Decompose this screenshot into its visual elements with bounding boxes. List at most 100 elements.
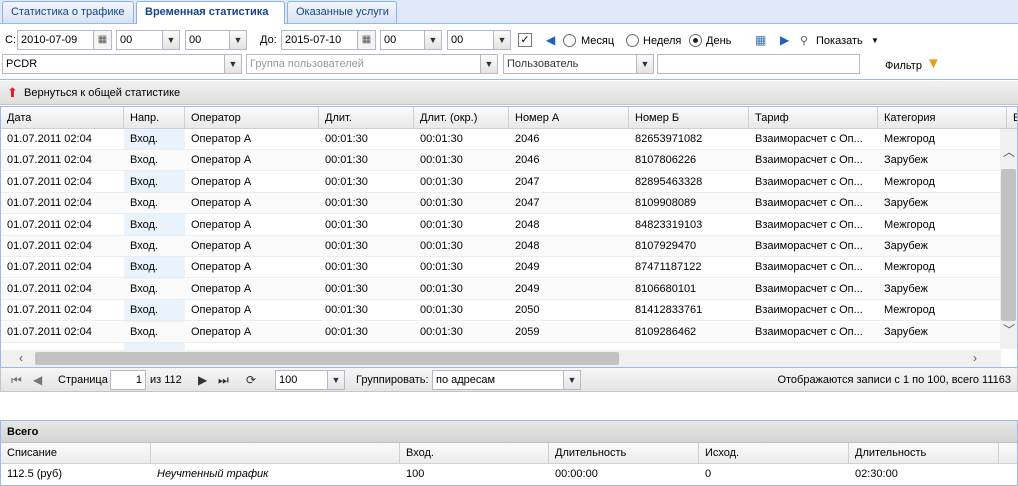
row-category: Зарубеж [884, 282, 928, 295]
chevron-left-icon[interactable]: ‹ [19, 351, 23, 365]
row-number-b: 8109286462 [635, 325, 697, 338]
table-row[interactable]: 01.07.2011 02:04 Вход. Оператор А 00:01:30 0… [1, 193, 1001, 215]
back-to-stats-link[interactable]: Вернуться к общей статистике [24, 84, 180, 102]
horizontal-scroll-thumb[interactable] [35, 352, 619, 365]
row-tariff: Взаиморасчет с Оп... [755, 282, 863, 295]
refresh-icon[interactable]: ⟳ [246, 371, 256, 389]
period-month-label: Месяц [581, 35, 615, 47]
to-minute-select[interactable]: 00 ▼ [447, 30, 511, 50]
tab-traffic-stats[interactable]: Статистика о трафике [2, 1, 134, 23]
table-row[interactable]: 01.07.2011 02:04 Вход. Оператор А 00:01:30 0… [1, 172, 1001, 193]
chevron-down-icon[interactable]: ▼ [636, 55, 653, 73]
to-date-field[interactable]: 2015-07-10 ▦ [281, 30, 376, 50]
group-by-value: по адресам [436, 374, 496, 386]
row-number-a: 2046 [515, 154, 540, 167]
chevron-down-icon[interactable]: ▼ [871, 32, 879, 50]
column-header-direction[interactable]: Напр. [124, 107, 185, 129]
period-day-radio[interactable] [689, 34, 702, 47]
vertical-scroll-thumb[interactable] [1001, 169, 1016, 321]
table-row[interactable]: 01.07.2011 02:04 Вход. Оператор А 00:01:30 0… [1, 321, 1001, 343]
chevron-down-icon[interactable]: ▼ [424, 31, 441, 49]
column-header-number-b[interactable]: Номер Б [629, 107, 749, 129]
user-group-select[interactable]: Группа пользователей ▼ [246, 54, 498, 74]
row-tariff: Взаиморасчет с Оп... [755, 240, 863, 252]
table-row[interactable]: 01.07.2011 02:04 Вход. Оператор А 00:01:30 0… [1, 150, 1001, 172]
table-row[interactable]: 01.07.2011 02:04 Вход. Оператор А 00:01:30 0… [1, 215, 1001, 236]
row-duration-rounded: 00:01:30 [420, 154, 463, 167]
column-header-duration-rounded[interactable]: Длит. (окр.) [414, 107, 509, 129]
next-period-icon[interactable]: ▶ [780, 31, 789, 49]
table-row[interactable]: 01.07.2011 02:04 Вход. Оператор А 00:01:30 0… [1, 278, 1001, 300]
chevron-up-icon[interactable]: ︿ [1003, 143, 1015, 160]
row-direction: Вход. [130, 304, 158, 317]
row-tariff: Взаиморасчет с Оп... [755, 154, 863, 167]
chevron-down-icon[interactable]: ﹀ [1003, 321, 1015, 338]
table-row[interactable]: 01.07.2011 02:04 Вход. Оператор А 00:01:30 0… [1, 129, 1001, 150]
filter-button[interactable]: Фильтр [885, 57, 922, 75]
row-date: 01.07.2011 02:04 [7, 197, 92, 210]
column-header-category[interactable]: Категория [878, 107, 1007, 129]
next-page-icon[interactable]: ▶ [198, 371, 207, 389]
user-select[interactable]: Пользователь ▼ [503, 54, 654, 74]
table-row[interactable]: 01.07.2011 02:04 Вход. Оператор А 00:01:30 0… [1, 257, 1001, 279]
horizontal-scrollbar[interactable]: ‹ › [1, 350, 1001, 367]
row-date: 01.07.2011 02:04 [7, 154, 92, 167]
include-checkbox[interactable]: ✓ [518, 33, 532, 47]
summary-header-outgoing: Исход. [699, 443, 849, 464]
summary-outgoing-duration: 02:30:00 [855, 468, 898, 480]
from-minute-select[interactable]: 00 ▼ [185, 30, 247, 50]
group-by-select[interactable]: по адресам ▼ [432, 370, 581, 390]
column-header-date[interactable]: Дата [1, 107, 124, 129]
table-row[interactable]: 01.07.2011 02:04 Вход. Оператор А 00:01:30 0… [1, 300, 1001, 322]
row-number-a: 2049 [515, 282, 540, 295]
period-month-radio[interactable] [563, 34, 576, 47]
calendar-icon[interactable]: ▦ [755, 31, 766, 49]
funnel-icon[interactable]: ▼ [926, 55, 941, 73]
period-week-label: Неделя [643, 35, 682, 47]
search-icon[interactable]: ⚲ [800, 32, 808, 50]
row-duration-rounded: 00:01:30 [420, 197, 463, 210]
row-number-b: 8107806226 [635, 154, 697, 167]
up-arrow-icon[interactable]: ⬆ [7, 84, 18, 102]
chevron-down-icon[interactable]: ▼ [493, 31, 510, 49]
chevron-down-icon[interactable]: ▼ [327, 371, 344, 389]
filter-text-input[interactable] [657, 54, 860, 74]
last-page-icon[interactable]: ⏭ [218, 371, 229, 389]
chevron-down-icon[interactable]: ▼ [162, 31, 179, 49]
prev-page-icon[interactable]: ◀ [33, 371, 42, 389]
period-week-radio[interactable] [626, 34, 639, 47]
source-select[interactable]: PCDR ▼ [2, 54, 242, 74]
prev-period-icon[interactable]: ◀ [546, 31, 555, 49]
tab-services[interactable]: Оказанные услуги [287, 1, 397, 23]
calls-grid: Дата Напр. Оператор Длит. Длит. (окр.) Н… [0, 106, 1018, 368]
from-date-field[interactable]: 2010-07-09 ▦ [17, 30, 112, 50]
from-hour-value: 00 [120, 34, 133, 46]
show-button[interactable]: Показать [816, 32, 863, 50]
calendar-icon[interactable]: ▦ [357, 31, 375, 49]
chevron-right-icon[interactable]: › [973, 351, 977, 365]
first-page-icon[interactable]: ⏮ [11, 371, 22, 389]
column-header-tariff[interactable]: Тариф [749, 107, 878, 129]
chevron-down-icon[interactable]: ▼ [224, 55, 241, 73]
row-direction: Вход. [130, 197, 158, 210]
page-size-select[interactable]: 100 ▼ [275, 370, 345, 390]
table-row[interactable]: 01.07.2011 02:04 Вход. Оператор А 00:01:30 0… [1, 236, 1001, 257]
chevron-down-icon[interactable]: ▼ [229, 31, 246, 49]
row-date: 01.07.2011 02:04 [7, 133, 92, 145]
row-operator: Оператор А [191, 240, 252, 252]
column-header-number-a[interactable]: Номер А [509, 107, 629, 129]
page-number-input[interactable]: 1 [110, 370, 146, 390]
user-placeholder: Пользователь [507, 58, 579, 70]
column-header-operator[interactable]: Оператор [185, 107, 319, 129]
row-duration-rounded: 00:01:30 [420, 304, 463, 317]
from-hour-select[interactable]: 00 ▼ [116, 30, 180, 50]
chevron-down-icon[interactable]: ▼ [563, 371, 580, 389]
calendar-icon[interactable]: ▦ [93, 31, 111, 49]
column-header-duration[interactable]: Длит. [319, 107, 414, 129]
chevron-down-icon[interactable]: ▼ [480, 55, 497, 73]
vertical-scrollbar[interactable]: ︿ ﹀ [1000, 129, 1017, 349]
tab-time-stats[interactable]: Временная статистика [136, 1, 285, 25]
summary-header-blank [151, 443, 400, 464]
to-hour-select[interactable]: 00 ▼ [380, 30, 442, 50]
column-header-extra[interactable]: Е [1007, 107, 1017, 129]
